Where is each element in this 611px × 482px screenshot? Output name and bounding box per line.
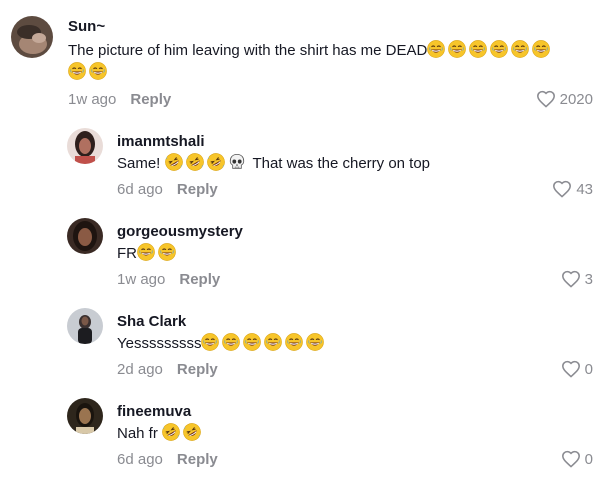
comment-time: 1w ago (68, 91, 117, 108)
grinning-sweat-emoji (201, 333, 219, 351)
comment-text-suffix: That was the cherry on top (252, 155, 431, 172)
grinning-sweat-emoji (264, 333, 282, 351)
avatar[interactable] (67, 398, 103, 434)
heart-outline-icon (536, 90, 556, 108)
like-count: 43 (576, 180, 593, 198)
rolling-laughing-emoji (162, 423, 180, 441)
like-count: 0 (584, 450, 593, 468)
comment-text: FR (117, 243, 577, 265)
comment-time: 6d ago (117, 451, 163, 468)
comment-username[interactable]: Sha Clark (117, 313, 186, 330)
avatar[interactable] (67, 128, 103, 164)
grinning-sweat-emoji (532, 40, 550, 58)
grinning-sweat-emoji (158, 243, 176, 261)
heart-outline-icon (561, 270, 581, 288)
grinning-sweat-emoji (306, 333, 324, 351)
comment-text: Same! That was the cherry on top (117, 153, 577, 175)
grinning-sweat-emoji (285, 333, 303, 351)
grinning-sweat-emoji (448, 40, 466, 58)
comment-meta: 1w ago Reply (117, 271, 220, 288)
comment-username[interactable]: gorgeousmystery (117, 223, 243, 240)
rolling-laughing-emoji (186, 153, 204, 171)
heart-outline-icon (561, 450, 581, 468)
rolling-laughing-emoji (183, 423, 201, 441)
comment-username[interactable]: fineemuva (117, 403, 191, 420)
avatar[interactable] (11, 16, 53, 58)
comment-text-content: FR (117, 245, 137, 262)
comment-meta: 1w ago Reply (68, 91, 171, 108)
reply-button[interactable]: Reply (177, 451, 218, 468)
like-button[interactable]: 3 (561, 270, 593, 288)
comment-username[interactable]: Sun~ (68, 18, 105, 35)
comment-meta: 6d ago Reply (117, 451, 218, 468)
comment-meta: 2d ago Reply (117, 361, 218, 378)
heart-outline-icon (552, 180, 572, 198)
avatar[interactable] (67, 308, 103, 344)
like-count: 2020 (559, 90, 593, 108)
grinning-sweat-emoji (469, 40, 487, 58)
grinning-sweat-emoji (89, 62, 107, 80)
grinning-sweat-emoji (243, 333, 261, 351)
like-button[interactable]: 2020 (536, 90, 593, 108)
comment-text-content: The picture of him leaving with the shir… (68, 42, 428, 59)
grinning-sweat-emoji (511, 40, 529, 58)
like-button[interactable]: 0 (561, 450, 593, 468)
like-button[interactable]: 43 (552, 180, 593, 198)
grinning-sweat-emoji (490, 40, 508, 58)
comment-time: 1w ago (117, 271, 166, 288)
reply-button[interactable]: Reply (179, 271, 220, 288)
comment-meta: 6d ago Reply (117, 181, 218, 198)
comment-text-prefix: Same! (117, 155, 161, 172)
heart-outline-icon (561, 360, 581, 378)
like-button[interactable]: 0 (561, 360, 593, 378)
like-count: 3 (584, 270, 593, 288)
avatar[interactable] (67, 218, 103, 254)
grinning-sweat-emoji (427, 40, 445, 58)
grinning-sweat-emoji (137, 243, 155, 261)
like-count: 0 (584, 360, 593, 378)
comment-text-content: Nah fr (117, 425, 158, 442)
comment-text: The picture of him leaving with the shir… (68, 40, 588, 84)
comment-text-content: Yesssssssss (117, 335, 202, 352)
comment-text: Nah fr (117, 423, 577, 445)
rolling-laughing-emoji (207, 153, 225, 171)
grinning-sweat-emoji (68, 62, 86, 80)
comment-username[interactable]: imanmtshali (117, 133, 205, 150)
reply-button[interactable]: Reply (177, 361, 218, 378)
reply-button[interactable]: Reply (177, 181, 218, 198)
comment-time: 6d ago (117, 181, 163, 198)
comment-time: 2d ago (117, 361, 163, 378)
comment-text: Yesssssssss (117, 333, 577, 355)
skull-emoji (228, 153, 246, 171)
reply-button[interactable]: Reply (130, 91, 171, 108)
grinning-sweat-emoji (222, 333, 240, 351)
rolling-laughing-emoji (165, 153, 183, 171)
